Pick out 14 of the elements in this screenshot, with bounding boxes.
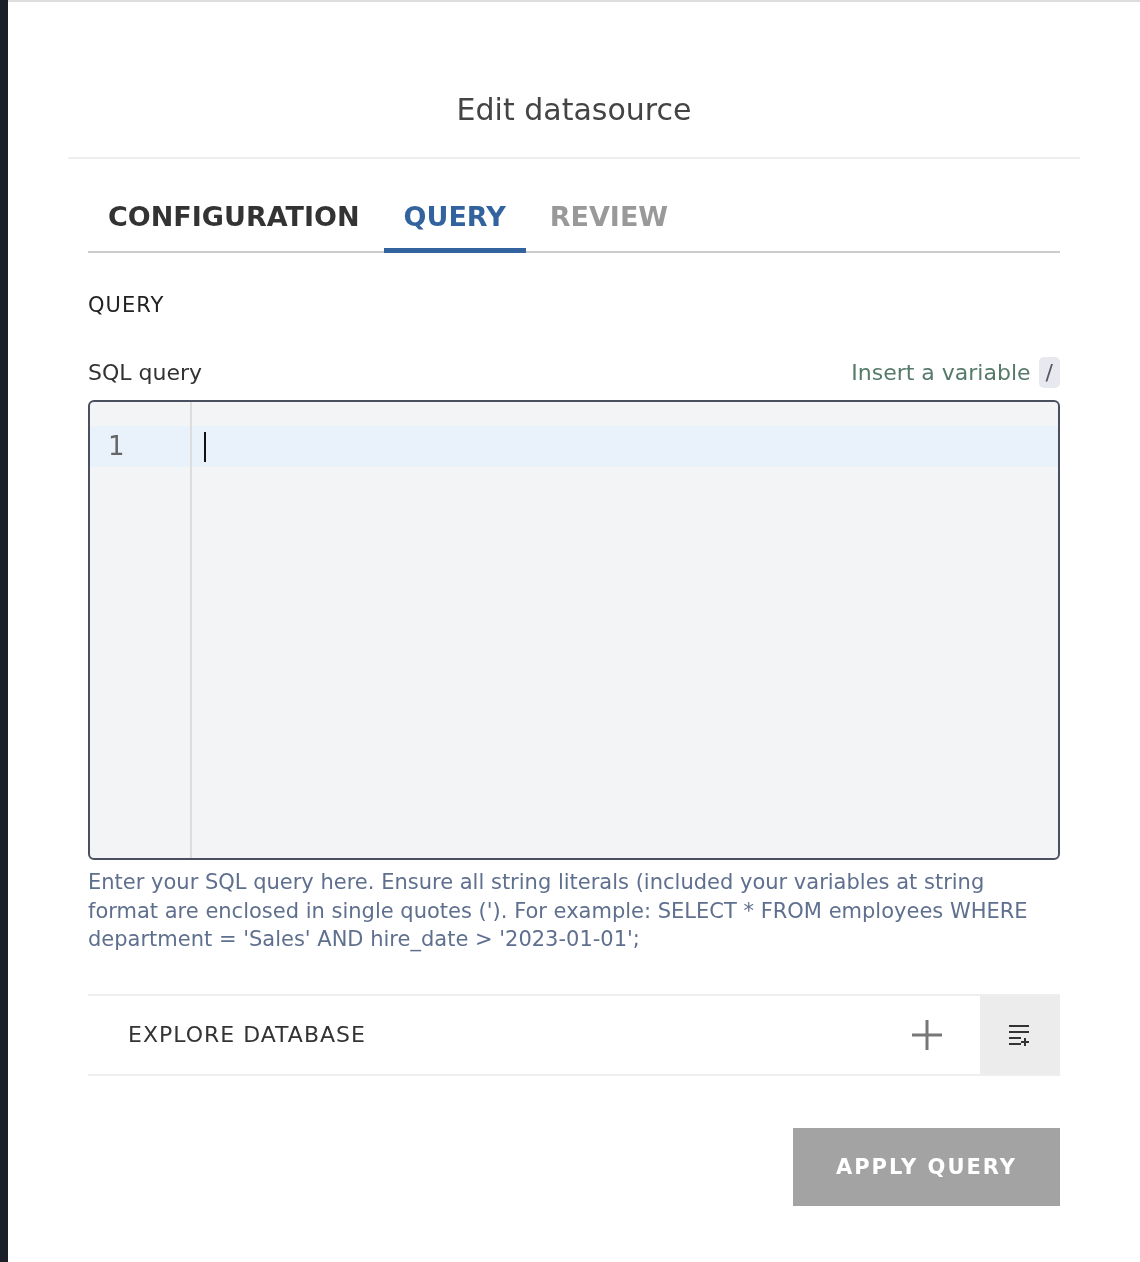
tab[interactable]: QUERY [383,201,526,253]
line-number: 1 [90,426,190,467]
explore-database-toggle[interactable]: EXPLORE DATABASE [88,1021,910,1048]
insert-variable-link[interactable]: Insert a variable [851,360,1031,385]
add-to-list-icon[interactable] [1008,1023,1032,1046]
code-editor[interactable]: 1 [88,400,1060,860]
shortcut-key: / [1038,357,1060,388]
field-label: SQL query [88,360,203,385]
help-text: Enter your SQL query here. Ensure all string literals (included your variables at string format are enclosed in single quotes ('). For example: SELECT * FROM employees WHERE department = 'Sales' AND hire_date > '2023-01-01'; [88,869,1029,954]
dialog-title: Edit datasource [68,92,1080,159]
tab[interactable]: CONFIGURATION [88,201,380,253]
plus-icon[interactable] [910,1017,944,1052]
text-cursor [204,431,206,462]
section-title: QUERY [88,293,166,317]
